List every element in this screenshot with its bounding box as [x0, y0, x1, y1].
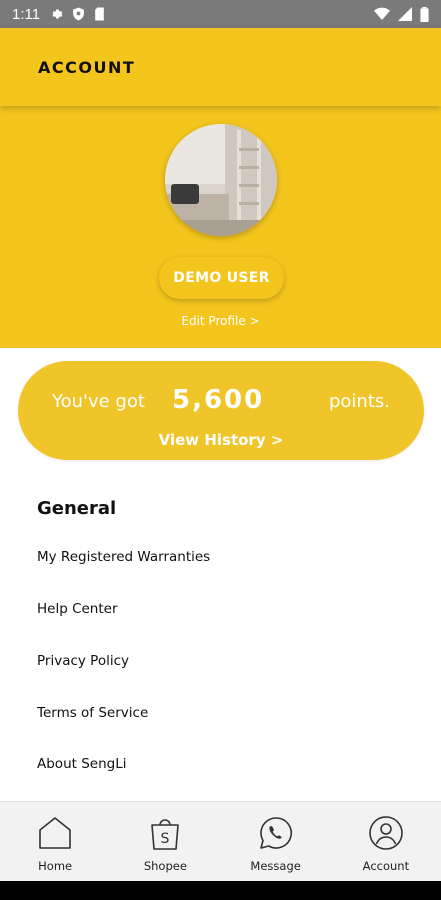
gear-icon [49, 7, 63, 21]
menu-item-help-center[interactable]: Help Center [37, 601, 118, 617]
points-suffix: points. [328, 391, 390, 412]
app-header: ACCOUNT [0, 28, 441, 106]
nav-item-message[interactable]: Message [221, 802, 331, 881]
home-icon [36, 814, 74, 852]
whatsapp-icon [257, 814, 295, 852]
avatar[interactable] [165, 124, 277, 236]
user-name-button[interactable]: DEMO USER [159, 257, 284, 299]
nav-label-account: Account [362, 859, 410, 873]
wifi-icon [374, 7, 390, 21]
system-navigation-bar [0, 881, 441, 900]
section-heading: General [37, 498, 117, 519]
points-value: 5,600 [172, 385, 265, 415]
shield-icon [72, 7, 85, 21]
shopping-bag-icon: S [146, 814, 184, 852]
points-prefix: You've got [52, 391, 145, 412]
nav-item-account[interactable]: Account [331, 802, 441, 881]
points-card: You've got 5,600 points. View History > [18, 361, 424, 460]
menu-item-registered-warranties[interactable]: My Registered Warranties [37, 549, 210, 565]
status-bar: 1:11 [0, 0, 441, 28]
avatar-photo [165, 124, 277, 236]
user-icon [367, 814, 405, 852]
nav-label-home: Home [38, 859, 73, 873]
battery-icon [420, 6, 429, 22]
edit-profile-link[interactable]: Edit Profile > [0, 314, 441, 328]
nav-label-message: Message [250, 859, 301, 873]
sd-card-icon [94, 7, 105, 21]
view-history-link[interactable]: View History > [18, 431, 424, 449]
svg-text:S: S [161, 831, 170, 847]
menu-item-privacy-policy[interactable]: Privacy Policy [37, 653, 129, 669]
status-time: 1:11 [12, 5, 41, 23]
signal-icon [398, 7, 412, 21]
general-section: General My Registered Warranties Help Ce… [37, 498, 417, 772]
nav-item-home[interactable]: Home [0, 802, 110, 881]
menu-item-about[interactable]: About SengLi [37, 756, 126, 772]
nav-item-shopee[interactable]: S Shopee [110, 802, 220, 881]
profile-section: DEMO USER Edit Profile > [0, 106, 441, 348]
nav-label-shopee: Shopee [143, 859, 187, 873]
bottom-navigation: Home S Shopee Message Account [0, 801, 441, 881]
menu-item-terms-of-service[interactable]: Terms of Service [37, 705, 148, 721]
page-title: ACCOUNT [38, 58, 136, 77]
